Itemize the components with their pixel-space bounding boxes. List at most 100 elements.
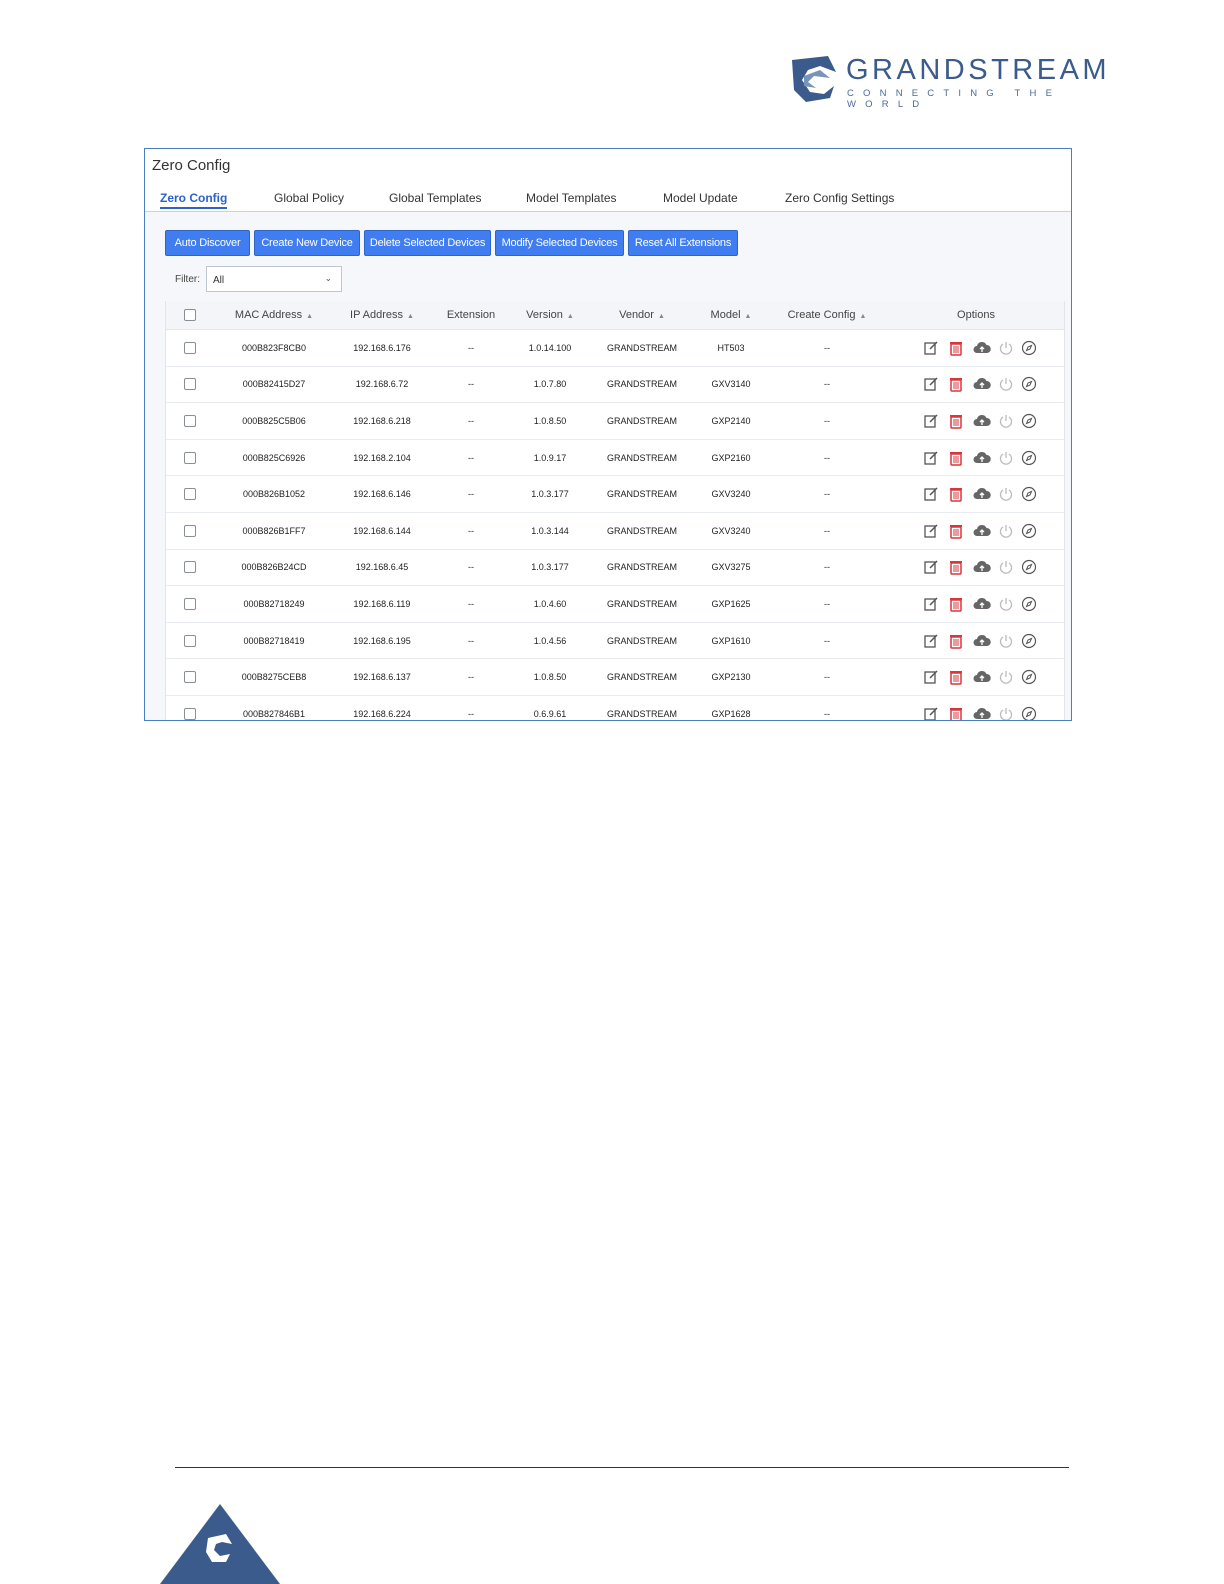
model-cell: GXP1628 <box>711 708 751 719</box>
delete-icon[interactable] <box>948 450 964 466</box>
select-all-checkbox[interactable] <box>184 309 196 321</box>
tab-model-templates[interactable]: Model Templates <box>526 191 617 205</box>
power-icon[interactable] <box>998 596 1014 612</box>
row-checkbox[interactable] <box>184 561 196 574</box>
footer-logo-icon <box>160 1504 280 1584</box>
row-checkbox[interactable] <box>184 634 196 647</box>
row-checkbox[interactable] <box>184 597 196 610</box>
extension-cell: -- <box>468 452 474 463</box>
upload-cloud-icon[interactable] <box>973 376 991 392</box>
column-header-vendor[interactable]: Vendor ▲︎ <box>619 309 665 321</box>
power-icon[interactable] <box>998 450 1014 466</box>
edit-icon[interactable] <box>923 413 939 429</box>
table-row: 000B826B24CD 192.168.6.45 -- 1.0.3.177 GRAND… <box>166 550 1064 587</box>
delete-icon[interactable] <box>948 596 964 612</box>
row-checkbox[interactable] <box>184 707 196 720</box>
row-checkbox[interactable] <box>184 488 196 501</box>
table-row: 000B823F8CB0 192.168.6.176 -- 1.0.14.100 GRA… <box>166 330 1064 367</box>
upload-cloud-icon[interactable] <box>973 486 991 502</box>
edit-icon[interactable] <box>923 450 939 466</box>
column-header-model[interactable]: Model ▲︎ <box>711 309 752 321</box>
row-checkbox[interactable] <box>184 524 196 537</box>
upload-cloud-icon[interactable] <box>973 340 991 356</box>
compass-icon[interactable] <box>1021 523 1037 539</box>
edit-icon[interactable] <box>923 596 939 612</box>
power-icon[interactable] <box>998 523 1014 539</box>
delete-icon[interactable] <box>948 523 964 539</box>
delete-icon[interactable] <box>948 413 964 429</box>
upload-cloud-icon[interactable] <box>973 559 991 575</box>
model-cell: GXV3140 <box>711 379 751 390</box>
ip-cell: 192.168.6.224 <box>353 708 411 719</box>
delete-selected-devices-button[interactable]: Delete Selected Devices <box>364 230 491 256</box>
row-checkbox[interactable] <box>184 451 196 464</box>
modify-selected-devices-button[interactable]: Modify Selected Devices <box>495 230 624 256</box>
power-icon[interactable] <box>998 706 1014 720</box>
delete-icon[interactable] <box>948 340 964 356</box>
upload-cloud-icon[interactable] <box>973 523 991 539</box>
auto-discover-button[interactable]: Auto Discover <box>165 230 250 256</box>
edit-icon[interactable] <box>923 669 939 685</box>
delete-icon[interactable] <box>948 669 964 685</box>
compass-icon[interactable] <box>1021 486 1037 502</box>
edit-icon[interactable] <box>923 340 939 356</box>
row-checkbox[interactable] <box>184 414 196 427</box>
tab-global-policy[interactable]: Global Policy <box>274 191 344 205</box>
column-header-version[interactable]: Version ▲︎ <box>526 309 574 321</box>
power-icon[interactable] <box>998 486 1014 502</box>
power-icon[interactable] <box>998 669 1014 685</box>
power-icon[interactable] <box>998 376 1014 392</box>
create-new-device-button[interactable]: Create New Device <box>254 230 360 256</box>
model-cell: GXP1610 <box>711 635 751 646</box>
compass-icon[interactable] <box>1021 669 1037 685</box>
column-header-ip[interactable]: IP Address ▲︎ <box>350 309 414 321</box>
delete-icon[interactable] <box>948 706 964 720</box>
compass-icon[interactable] <box>1021 340 1037 356</box>
power-icon[interactable] <box>998 340 1014 356</box>
edit-icon[interactable] <box>923 633 939 649</box>
reset-all-extensions-button[interactable]: Reset All Extensions <box>628 230 738 256</box>
column-header-mac[interactable]: MAC Address ▲︎ <box>235 309 313 321</box>
compass-icon[interactable] <box>1021 376 1037 392</box>
sort-icon: ▲︎ <box>744 313 752 320</box>
delete-icon[interactable] <box>948 633 964 649</box>
tab-global-templates[interactable]: Global Templates <box>389 191 482 205</box>
edit-icon[interactable] <box>923 486 939 502</box>
compass-icon[interactable] <box>1021 706 1037 720</box>
tab-zero-config-settings[interactable]: Zero Config Settings <box>785 191 894 205</box>
compass-icon[interactable] <box>1021 596 1037 612</box>
vendor-cell: GRANDSTREAM <box>606 635 678 646</box>
delete-icon[interactable] <box>948 376 964 393</box>
edit-icon[interactable] <box>923 559 939 575</box>
compass-icon[interactable] <box>1021 450 1037 466</box>
upload-cloud-icon[interactable] <box>973 706 991 720</box>
compass-icon[interactable] <box>1021 413 1037 429</box>
upload-cloud-icon[interactable] <box>973 450 991 466</box>
row-checkbox[interactable] <box>184 341 196 354</box>
mac-cell: 000B8275CEB8 <box>241 672 307 683</box>
upload-cloud-icon[interactable] <box>973 633 991 649</box>
row-checkbox[interactable] <box>184 671 196 684</box>
edit-icon[interactable] <box>923 706 939 720</box>
power-icon[interactable] <box>998 413 1014 429</box>
upload-cloud-icon[interactable] <box>973 669 991 685</box>
edit-icon[interactable] <box>923 523 939 539</box>
power-icon[interactable] <box>998 559 1014 575</box>
compass-icon[interactable] <box>1021 559 1037 575</box>
delete-icon[interactable] <box>948 559 964 576</box>
upload-cloud-icon[interactable] <box>973 596 991 612</box>
tab-zero-config[interactable]: Zero Config <box>160 191 228 209</box>
compass-icon[interactable] <box>1021 633 1037 649</box>
ip-cell: 192.168.6.146 <box>353 489 411 500</box>
delete-icon[interactable] <box>948 486 964 502</box>
column-header-create-config[interactable]: Create Config ▲︎ <box>788 309 867 321</box>
tab-model-update[interactable]: Model Update <box>663 191 738 205</box>
row-checkbox[interactable] <box>184 378 196 391</box>
power-icon[interactable] <box>998 633 1014 649</box>
vendor-cell: GRANDSTREAM <box>606 598 678 609</box>
create-config-cell: -- <box>824 562 830 573</box>
ip-cell: 192.168.6.137 <box>353 672 411 683</box>
filter-select[interactable]: All ⌄ <box>206 266 342 292</box>
upload-cloud-icon[interactable] <box>973 413 991 429</box>
edit-icon[interactable] <box>923 376 939 392</box>
